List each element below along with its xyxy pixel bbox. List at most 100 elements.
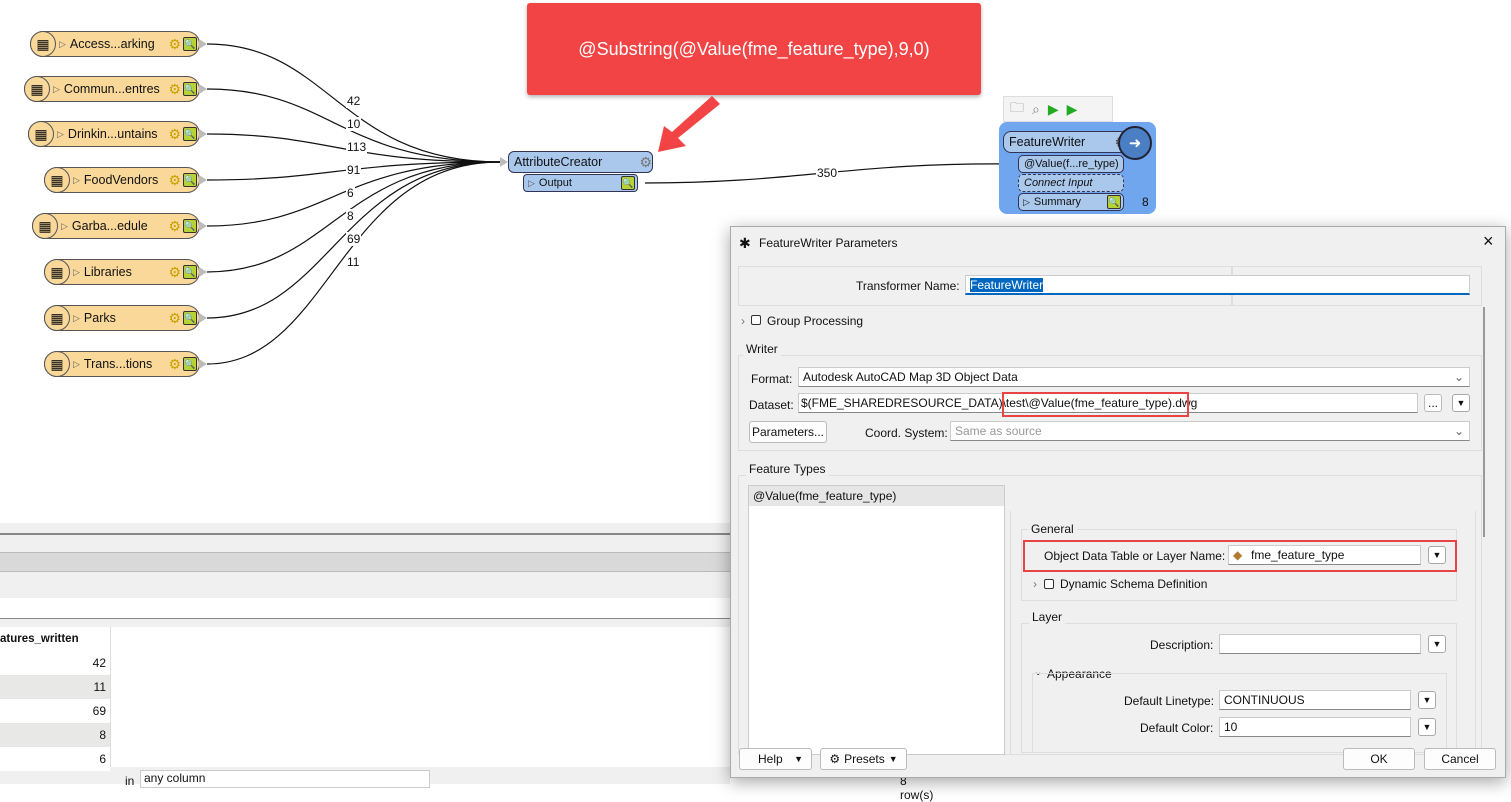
format-select[interactable]: Autodesk AutoCAD Map 3D Object Data ⌄ — [798, 367, 1470, 387]
presets-button[interactable]: ⚙ Presets ▼ — [820, 748, 907, 770]
input-port-icon[interactable] — [500, 157, 508, 167]
group-processing-checkbox[interactable] — [751, 315, 761, 325]
dataset-menu-button[interactable]: ▼ — [1452, 394, 1470, 412]
output-port-icon[interactable] — [199, 129, 207, 139]
gear-icon[interactable]: ⚙ — [168, 310, 181, 327]
folder-db-icon[interactable]: 🗀 — [1010, 97, 1024, 121]
inspect-icon[interactable]: 🔍 — [183, 357, 197, 371]
browse-button[interactable]: ... — [1424, 394, 1442, 412]
ok-button[interactable]: OK — [1343, 748, 1415, 770]
filter-column-select[interactable]: any column — [140, 770, 430, 788]
gear-icon[interactable]: ⚙ — [168, 218, 181, 235]
reader-node[interactable]: ▦ ▷ Access...arking ⚙ 🔍 — [30, 31, 200, 57]
linetype-input[interactable]: CONTINUOUS — [1219, 690, 1411, 710]
output-port[interactable]: ▷ Output 🔍 — [523, 174, 638, 192]
input-value: 10 — [1224, 720, 1238, 734]
inspect-icon[interactable]: 🔍 — [183, 82, 197, 96]
coord-system-select[interactable]: Same as source ⌄ — [950, 421, 1470, 441]
expand-icon[interactable]: ▷ — [73, 267, 80, 278]
port-label: @Value(f...re_type) — [1024, 158, 1119, 170]
reader-label: Commun...entres — [63, 82, 160, 96]
feature-writer-header[interactable]: FeatureWriter⚙ — [1003, 131, 1128, 153]
parameters-button[interactable]: Parameters... — [749, 421, 827, 443]
description-input[interactable] — [1219, 634, 1421, 654]
expand-icon[interactable]: ▷ — [73, 175, 80, 186]
expand-icon[interactable]: ▷ — [53, 84, 60, 95]
output-port-icon[interactable] — [199, 175, 207, 185]
reader-node[interactable]: ▦ ▷ Parks ⚙ 🔍 — [44, 305, 200, 331]
table-row[interactable]: 6 — [0, 747, 110, 771]
feature-count: 11 — [346, 255, 361, 269]
reader-node[interactable]: ▦ ▷ Trans...tions ⚙ 🔍 — [44, 351, 200, 377]
color-input[interactable]: 10 — [1219, 717, 1411, 737]
inspect-icon[interactable]: 🔍 — [183, 173, 197, 187]
feature-types-label: Feature Types — [746, 462, 829, 476]
expand-icon[interactable]: › — [1033, 577, 1037, 591]
output-port-icon[interactable] — [199, 359, 207, 369]
run-from-icon[interactable]: ▶ — [1067, 101, 1078, 118]
expand-icon: ▷ — [1023, 196, 1030, 207]
help-button[interactable]: Help ▼ — [739, 748, 812, 770]
output-port-icon[interactable] — [199, 39, 207, 49]
inspect-icon[interactable]: 🔍 — [1107, 195, 1121, 209]
inspect-icon[interactable]: 🔍 — [183, 265, 197, 279]
reader-node[interactable]: ▦ ▷ Libraries ⚙ 🔍 — [44, 259, 200, 285]
inspect-icon[interactable]: 🔍 — [621, 176, 635, 190]
gear-icon[interactable]: ⚙ — [168, 36, 181, 53]
feature-types-list[interactable]: @Value(fme_feature_type) — [748, 485, 1005, 755]
close-icon[interactable]: × — [1483, 231, 1494, 252]
table-row[interactable]: 42 — [0, 651, 110, 675]
description-menu-button[interactable]: ▼ — [1428, 635, 1446, 653]
table-reader-icon: ▦ — [44, 305, 70, 331]
gear-icon[interactable]: ⚙ — [168, 126, 181, 143]
table-reader-icon: ▦ — [32, 213, 58, 239]
cancel-button[interactable]: Cancel — [1424, 748, 1496, 770]
feature-type-item[interactable]: @Value(fme_feature_type) — [749, 486, 1004, 506]
expand-icon[interactable]: ▷ — [57, 129, 64, 140]
output-port-icon[interactable] — [199, 221, 207, 231]
output-port-icon[interactable] — [199, 84, 207, 94]
reader-node[interactable]: ▦ ▷ Garba...edule ⚙ 🔍 — [32, 213, 200, 239]
inspect-icon[interactable]: 🔍 — [183, 219, 197, 233]
expand-icon: ▷ — [528, 177, 535, 188]
coord-system-label: Coord. System: — [865, 426, 948, 440]
transformer-name-input[interactable]: FeatureWriter — [965, 275, 1470, 295]
reader-label: FoodVendors — [83, 173, 159, 187]
table-row[interactable]: 8 — [0, 723, 110, 747]
attribute-creator-node[interactable]: AttributeCreator ⚙ — [508, 151, 653, 173]
reader-node[interactable]: ▦ ▷ Drinkin...untains ⚙ 🔍 — [28, 121, 200, 147]
expand-icon[interactable]: ▷ — [73, 313, 80, 324]
connect-input-port[interactable]: Connect Input — [1018, 174, 1124, 192]
table-row[interactable]: 69 — [0, 699, 110, 723]
expand-icon[interactable]: ▷ — [73, 359, 80, 370]
dynamic-schema-checkbox[interactable] — [1044, 579, 1054, 589]
gear-icon[interactable]: ⚙ — [168, 81, 181, 98]
gear-icon[interactable]: ⚙ — [168, 264, 181, 281]
annotation-callout[interactable]: @Substring(@Value(fme_feature_type),9,0) — [527, 3, 981, 95]
expand-icon[interactable]: › — [741, 314, 745, 328]
layer-name-highlight-box — [1023, 540, 1457, 572]
output-port-icon[interactable] — [199, 267, 207, 277]
gear-icon[interactable]: ⚙ — [168, 356, 181, 373]
feature-count: 10 — [346, 117, 362, 131]
color-label: Default Color: — [1140, 721, 1214, 735]
output-port-icon[interactable] — [199, 313, 207, 323]
gear-icon[interactable]: ⚙ — [639, 154, 652, 171]
linetype-menu-button[interactable]: ▼ — [1418, 691, 1436, 709]
reader-node[interactable]: ▦ ▷ FoodVendors ⚙ 🔍 — [44, 167, 200, 193]
inspect-icon[interactable]: 🔍 — [183, 127, 197, 141]
inspect-icon[interactable]: 🔍 — [183, 37, 197, 51]
column-header[interactable]: atures_written — [0, 633, 79, 645]
reader-node[interactable]: ▦ ▷ Commun...entres ⚙ 🔍 — [24, 76, 200, 102]
expand-icon[interactable]: ▷ — [59, 39, 66, 50]
writer-input-port[interactable]: @Value(f...re_type) — [1018, 155, 1124, 173]
summary-port[interactable]: ▷ Summary 🔍 — [1018, 193, 1124, 211]
search-db-icon[interactable]: ⌕ — [1032, 101, 1040, 118]
scrollbar[interactable] — [1483, 307, 1485, 537]
color-menu-button[interactable]: ▼ — [1418, 718, 1436, 736]
inspect-icon[interactable]: 🔍 — [183, 311, 197, 325]
run-to-icon[interactable]: ▶ — [1048, 101, 1059, 118]
expand-icon[interactable]: ▷ — [61, 221, 68, 232]
gear-icon[interactable]: ⚙ — [168, 172, 181, 189]
table-row[interactable]: 11 — [0, 675, 110, 699]
